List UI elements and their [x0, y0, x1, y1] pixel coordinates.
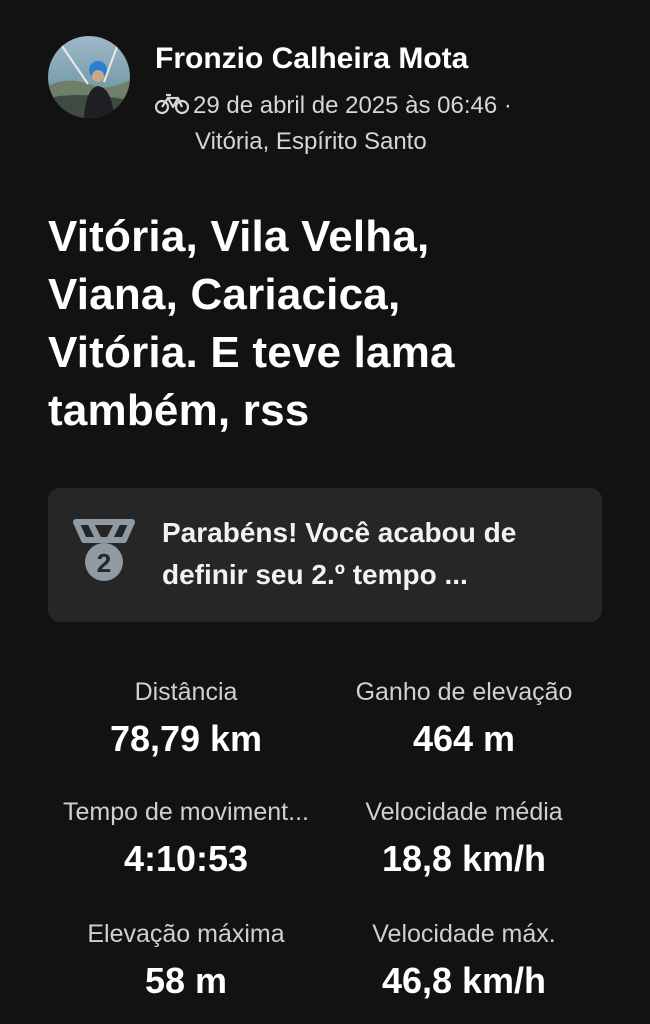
activity-meta: 29 de abril de 2025 às 06:46 · Vitória, …: [154, 88, 625, 160]
avatar[interactable]: [48, 36, 130, 118]
activity-location: Vitória, Espírito Santo: [195, 128, 427, 155]
achievement-text: Parabéns! Você acabou de definir seu 2.º…: [162, 517, 517, 590]
stat-max-speed: Velocidade máx. 46,8 km/h: [314, 918, 614, 1004]
athlete-name[interactable]: Fronzio Calheira Mota: [155, 42, 468, 76]
stat-value: 4:10:53: [123, 838, 249, 879]
stat-moving-time: Tempo de moviment... 4:10:53: [36, 796, 336, 882]
achievement-card[interactable]: 2 Parabéns! Você acabou de definir seu 2…: [48, 488, 602, 622]
stat-value: 18,8 km/h: [381, 838, 547, 879]
medal-rank: 2: [97, 548, 111, 578]
stat-value: 58 m: [144, 960, 228, 1001]
stat-value: 46,8 km/h: [381, 960, 547, 1001]
stat-distance: Distância 78,79 km: [36, 676, 336, 762]
medal-icon: 2: [70, 518, 138, 586]
stat-label: Tempo de moviment...: [63, 798, 309, 826]
stat-label: Distância: [134, 678, 238, 706]
stat-max-elevation: Elevação máxima 58 m: [36, 918, 336, 1004]
activity-header: Fronzio Calheira Mota 29 de abril de 202…: [48, 36, 628, 166]
stat-label: Ganho de elevação: [355, 678, 573, 706]
stat-label: Velocidade média: [365, 798, 563, 826]
stat-elevation-gain: Ganho de elevação 464 m: [314, 676, 614, 762]
stat-value: 464 m: [412, 718, 516, 759]
stat-average-speed: Velocidade média 18,8 km/h: [314, 796, 614, 882]
activity-date: 29 de abril de 2025 às 06:46 ·: [193, 92, 512, 119]
stat-value: 78,79 km: [109, 718, 263, 759]
bike-icon: [154, 90, 190, 115]
activity-title[interactable]: Vitória, Vila Velha, Viana, Cariacica, V…: [48, 208, 608, 440]
stat-label: Elevação máxima: [87, 920, 285, 948]
stat-label: Velocidade máx.: [372, 920, 556, 948]
